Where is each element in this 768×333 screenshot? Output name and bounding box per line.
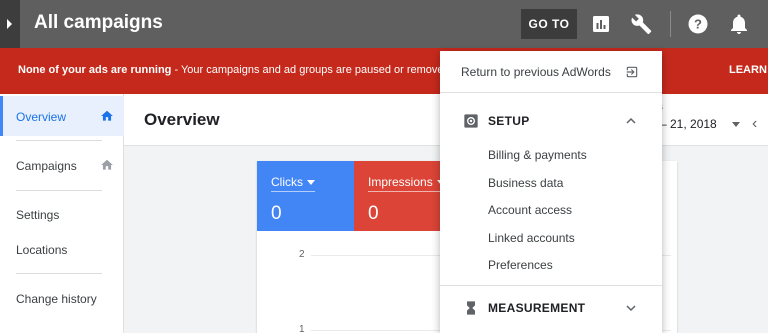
menu-link-preferences[interactable]: Preferences (488, 258, 553, 272)
sidebar-item-label: Settings (16, 208, 60, 222)
sidebar-item-change-history[interactable]: Change history (0, 278, 124, 318)
metric-name: Impressions (368, 175, 433, 189)
date-range-dropdown-icon[interactable] (732, 122, 740, 127)
metric-selector[interactable]: Clicks (271, 175, 315, 192)
goto-dropdown-menu: Return to previous AdWords SETUP Billing… (440, 51, 662, 333)
svg-text:?: ? (694, 17, 702, 32)
caret-down-icon (307, 180, 315, 186)
menu-link-billing-payments[interactable]: Billing & payments (488, 148, 587, 162)
sidebar-item-label: Overview (16, 110, 67, 124)
sidebar-item-label: Campaigns (16, 159, 77, 173)
toolbar-divider (670, 11, 671, 37)
learn-more-link[interactable]: LEARN (729, 64, 767, 76)
sidebar: Overview Campaigns Settings Locations Ch… (0, 94, 124, 333)
metric-value: 0 (368, 203, 379, 224)
notifications-icon[interactable] (727, 12, 751, 36)
menu-link-linked-accounts[interactable]: Linked accounts (488, 231, 575, 245)
chevron-down-icon (626, 305, 636, 312)
overview-title: Overview (144, 110, 220, 129)
tools-icon[interactable] (630, 12, 654, 36)
reports-icon[interactable] (589, 12, 613, 36)
settings-icon (464, 114, 478, 128)
help-icon[interactable]: ? (686, 12, 710, 36)
home-icon (101, 159, 113, 170)
metric-name: Clicks (271, 175, 303, 189)
y-axis-tick: 1 (299, 324, 305, 333)
menu-divider (440, 285, 662, 286)
section-measurement[interactable]: MEASUREMENT (440, 288, 662, 328)
sidebar-divider (16, 140, 102, 141)
y-axis-tick: 2 (299, 249, 305, 260)
top-bar: All campaigns GO TO ? (0, 0, 768, 48)
return-to-previous-adwords[interactable]: Return to previous AdWords (440, 51, 662, 93)
date-range-value[interactable]: – 21, 2018 (660, 117, 717, 131)
exit-to-app-icon (626, 66, 638, 78)
sidebar-divider (16, 190, 102, 191)
sidebar-item-overview[interactable]: Overview (0, 96, 124, 136)
section-title: MEASUREMENT (488, 301, 586, 315)
section-setup[interactable]: SETUP (440, 101, 662, 141)
metric-selector[interactable]: Impressions (368, 175, 445, 192)
chevron-up-icon (626, 117, 636, 124)
metric-clicks[interactable]: Clicks 0 (257, 161, 354, 231)
goto-button[interactable]: GO TO (521, 9, 577, 39)
expand-navigation-button[interactable] (0, 0, 20, 48)
return-label: Return to previous AdWords (461, 65, 611, 79)
page-title: All campaigns (34, 12, 163, 33)
sidebar-divider (16, 273, 102, 274)
home-icon (101, 110, 113, 121)
alert-message-text: - Your campaigns and ad groups are pause… (171, 64, 450, 76)
alert-message: None of your ads are running - Your camp… (18, 64, 450, 76)
chevron-left-icon[interactable]: ‹ (752, 115, 757, 133)
menu-link-business-data[interactable]: Business data (488, 176, 563, 190)
expand-icon (7, 19, 12, 29)
metric-impressions[interactable]: Impressions 0 (354, 161, 445, 231)
metric-value: 0 (271, 203, 282, 224)
alert-message-bold: None of your ads are running (18, 64, 172, 76)
menu-link-account-access[interactable]: Account access (488, 203, 572, 217)
sidebar-item-label: Change history (16, 292, 97, 306)
hourglass-icon (467, 301, 475, 315)
sidebar-item-settings[interactable]: Settings (0, 194, 124, 234)
sidebar-item-campaigns[interactable]: Campaigns (0, 145, 124, 185)
section-title: SETUP (488, 114, 530, 128)
sidebar-item-locations[interactable]: Locations (0, 229, 124, 269)
sidebar-item-label: Locations (16, 243, 68, 257)
